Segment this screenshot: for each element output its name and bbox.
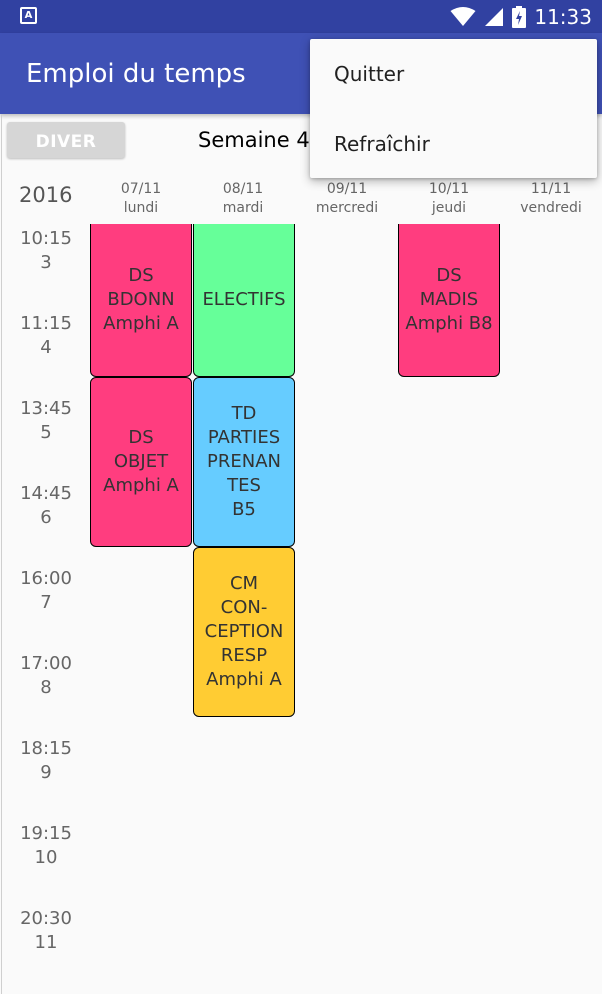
day-date: 11/11 bbox=[530, 181, 572, 197]
event-cm-conception-resp[interactable]: CM CON- CEPTION RESP Amphi A bbox=[193, 547, 295, 717]
status-bar: A 11:33 bbox=[0, 0, 602, 33]
menu-item-quitter[interactable]: Quitter bbox=[310, 44, 597, 104]
overflow-menu: Quitter Refraîchir bbox=[310, 39, 597, 178]
time-slot-index: 7 bbox=[40, 592, 52, 613]
time-slot-index: 3 bbox=[40, 252, 52, 273]
time-slot-time: 16:00 bbox=[20, 568, 72, 589]
day-header-wednesday[interactable]: 09/11 mercredi bbox=[296, 180, 398, 218]
time-slot-index: 6 bbox=[40, 507, 52, 528]
day-date: 10/11 bbox=[428, 181, 470, 197]
day-date: 08/11 bbox=[222, 181, 264, 197]
year-label: 2016 bbox=[19, 183, 73, 207]
time-slot: 13:45 5 bbox=[0, 397, 92, 445]
signal-icon bbox=[485, 7, 504, 26]
event-electifs[interactable]: ELECTIFS bbox=[193, 224, 295, 377]
time-slot-index: 5 bbox=[40, 422, 52, 443]
day-header-thursday[interactable]: 10/11 jeudi bbox=[398, 180, 500, 218]
time-slot-time: 11:15 bbox=[20, 313, 72, 334]
time-slot-index: 4 bbox=[40, 337, 52, 358]
time-slot: 14:45 6 bbox=[0, 482, 92, 530]
day-date: 07/11 bbox=[120, 181, 162, 197]
time-slot: 11:15 4 bbox=[0, 312, 92, 360]
day-name: mercredi bbox=[315, 200, 379, 216]
time-slot-time: 10:15 bbox=[20, 228, 72, 249]
day-date: 09/11 bbox=[326, 181, 368, 197]
time-slot-time: 19:15 bbox=[20, 823, 72, 844]
event-ds-objet[interactable]: DS OBJET Amphi A bbox=[90, 377, 192, 547]
day-header-friday[interactable]: 11/11 vendredi bbox=[500, 180, 602, 218]
time-slot-index: 8 bbox=[40, 677, 52, 698]
day-name: vendredi bbox=[520, 200, 582, 216]
time-slot-index: 10 bbox=[34, 847, 58, 868]
time-slot: 20:30 11 bbox=[0, 907, 92, 955]
time-slot-index: 9 bbox=[40, 762, 52, 783]
day-name: mardi bbox=[222, 200, 264, 216]
status-time: 11:33 bbox=[534, 4, 592, 29]
event-td-parties-prenantes[interactable]: TD PARTIES PRENAN TES B5 bbox=[193, 377, 295, 547]
screen: A 11:33 Emploi du temps DIVER Semaine 45… bbox=[0, 0, 602, 994]
time-slot: 18:15 9 bbox=[0, 737, 92, 785]
battery-charging-icon bbox=[512, 5, 527, 28]
week-label: Semaine 45 bbox=[198, 128, 324, 152]
time-slot: 10:15 3 bbox=[0, 227, 92, 275]
menu-item-refraichir[interactable]: Refraîchir bbox=[310, 114, 597, 174]
time-slot: 19:15 10 bbox=[0, 822, 92, 870]
time-slot: 16:00 7 bbox=[0, 567, 92, 615]
app-notification-icon: A bbox=[20, 7, 37, 24]
status-icons: 11:33 bbox=[450, 0, 592, 33]
time-slot: 17:00 8 bbox=[0, 652, 92, 700]
day-name: jeudi bbox=[431, 200, 467, 216]
event-ds-bdonn[interactable]: DS BDONN Amphi A bbox=[90, 224, 192, 377]
day-header-monday[interactable]: 07/11 lundi bbox=[90, 180, 192, 218]
diver-button[interactable]: DIVER bbox=[7, 122, 125, 158]
event-ds-madis[interactable]: DS MADIS Amphi B8 bbox=[398, 224, 500, 377]
day-header-tuesday[interactable]: 08/11 mardi bbox=[192, 180, 294, 218]
time-slot-index: 11 bbox=[34, 932, 58, 953]
day-name: lundi bbox=[123, 200, 159, 216]
time-slot-time: 20:30 bbox=[20, 908, 72, 929]
time-slot-time: 14:45 bbox=[20, 483, 72, 504]
time-slot-time: 18:15 bbox=[20, 738, 72, 759]
app-title: Emploi du temps bbox=[26, 59, 246, 89]
wifi-icon bbox=[450, 6, 476, 26]
time-slot-time: 13:45 bbox=[20, 398, 72, 419]
time-slot-time: 17:00 bbox=[20, 653, 72, 674]
